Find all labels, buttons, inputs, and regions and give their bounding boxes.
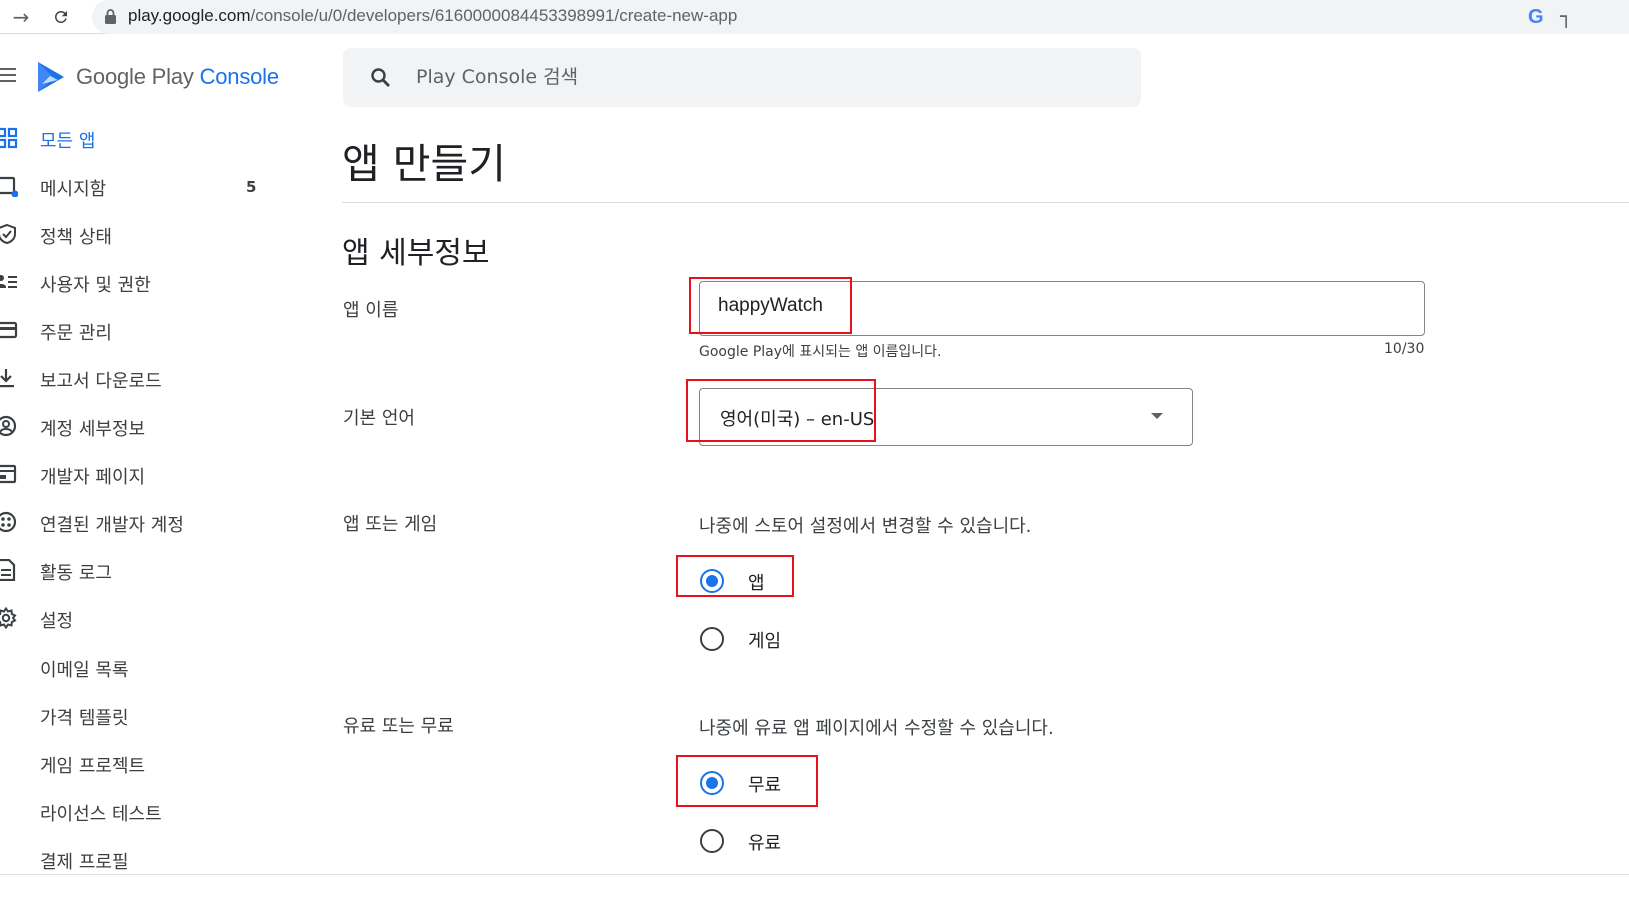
dropdown-arrow-icon[interactable]: [1151, 413, 1163, 419]
linked-accounts-icon: [0, 511, 17, 533]
sidebar-item-game-projects[interactable]: 게임 프로젝트: [0, 739, 290, 787]
radio-game-label[interactable]: 게임: [748, 627, 781, 653]
sidebar-item-label: 사용자 및 권한: [40, 275, 151, 296]
sidebar-item-settings[interactable]: 설정: [0, 594, 290, 642]
lock-icon: [105, 9, 116, 24]
grid-icon: [0, 127, 18, 149]
document-icon: [0, 559, 16, 581]
google-play-logo-icon: [38, 62, 64, 92]
search-input[interactable]: [416, 66, 1116, 88]
inbox-count-badge: 5: [246, 178, 257, 196]
reload-icon[interactable]: [48, 4, 74, 30]
inbox-icon: [0, 176, 18, 197]
users-list-icon: [0, 275, 17, 288]
search-icon[interactable]: [369, 66, 393, 90]
radio-paid-label[interactable]: 유료: [748, 829, 781, 855]
sidebar-item-label: 개발자 페이지: [40, 467, 146, 488]
url-path: /console/u/0/developers/6160000084453398…: [250, 6, 738, 25]
sidebar-item-order-management[interactable]: 주문 관리: [0, 306, 290, 354]
divider: [0, 874, 1629, 875]
app-or-game-note: 나중에 스토어 설정에서 변경할 수 있습니다.: [699, 516, 1032, 537]
sidebar-item-label: 라이선스 테스트: [40, 804, 162, 825]
shield-check-icon: [0, 223, 16, 245]
google-account-icon[interactable]: G: [1528, 6, 1544, 29]
radio-game[interactable]: [700, 627, 724, 651]
sidebar-item-email-lists[interactable]: 이메일 목록: [0, 643, 290, 691]
app-name-char-counter: 10/30: [1384, 341, 1425, 357]
sidebar-item-label: 정책 상태: [40, 227, 112, 248]
sidebar-item-license-testing[interactable]: 라이선스 테스트: [0, 787, 290, 835]
section-title: 앱 세부정보: [342, 236, 490, 271]
developer-page-icon: [0, 464, 17, 484]
credit-card-icon: [0, 321, 18, 339]
sidebar-item-label: 설정: [40, 611, 74, 632]
sidebar-item-label: 이메일 목록: [40, 660, 129, 681]
sidebar-item-label: 모든 앱: [40, 131, 96, 152]
forward-arrow-icon[interactable]: →: [8, 4, 34, 30]
app-or-game-label: 앱 또는 게임: [343, 514, 438, 535]
brand-suffix: Console: [199, 64, 280, 89]
brand-prefix: Google Play: [76, 64, 200, 89]
page-title: 앱 만들기: [342, 140, 506, 188]
radio-paid[interactable]: [700, 829, 724, 853]
sidebar-item-policy-status[interactable]: 정책 상태: [0, 210, 290, 258]
url-host: play.google.com: [128, 6, 251, 25]
sidebar-item-payments-profile[interactable]: 결제 프로필: [0, 835, 290, 883]
app-name-helper-text: Google Play에 표시되는 앱 이름입니다.: [699, 344, 942, 360]
url-text[interactable]: play.google.com/console/u/0/developers/6…: [128, 6, 737, 26]
brand-title[interactable]: Google Play Console: [76, 64, 279, 90]
browser-toolbar: → play.google.com/console/u/0/developers…: [0, 0, 1629, 34]
menu-icon[interactable]: [0, 68, 16, 84]
sidebar-item-label: 게임 프로젝트: [40, 756, 146, 777]
sidebar-item-label: 메시지함: [40, 179, 107, 200]
sidebar-item-linked-developer-accounts[interactable]: 연결된 개발자 계정: [0, 498, 290, 546]
sidebar-item-label: 결제 프로필: [40, 852, 129, 873]
sidebar-item-developer-page[interactable]: 개발자 페이지: [0, 450, 290, 498]
gear-icon: [0, 607, 17, 629]
sidebar-item-label: 연결된 개발자 계정: [40, 515, 184, 536]
app-name-label: 앱 이름: [343, 300, 399, 321]
highlight-box: [686, 379, 876, 442]
highlight-box: [689, 277, 852, 334]
divider: [342, 202, 1629, 203]
download-icon: [0, 369, 14, 388]
sidebar-item-download-reports[interactable]: 보고서 다운로드: [0, 354, 290, 402]
sidebar-item-all-apps[interactable]: 모든 앱: [0, 114, 290, 162]
account-circle-icon: [0, 415, 17, 437]
sidebar-item-users-permissions[interactable]: 사용자 및 권한: [0, 258, 290, 306]
sidebar-item-label: 보고서 다운로드: [40, 371, 162, 392]
free-or-paid-note: 나중에 유료 앱 페이지에서 수정할 수 있습니다.: [699, 718, 1054, 739]
sidebar-item-label: 주문 관리: [40, 323, 112, 344]
highlight-box: [676, 755, 818, 807]
extension-icon[interactable]: ┐: [1560, 4, 1572, 28]
sidebar-item-account-details[interactable]: 계정 세부정보: [0, 402, 290, 450]
sidebar-item-label: 계정 세부정보: [40, 419, 146, 440]
sidebar-item-label: 활동 로그: [40, 563, 112, 584]
free-or-paid-label: 유료 또는 무료: [343, 716, 454, 737]
sidebar-item-label: 가격 템플릿: [40, 708, 129, 729]
default-language-label: 기본 언어: [343, 408, 415, 429]
highlight-box: [676, 555, 794, 597]
sidebar-item-activity-log[interactable]: 활동 로그: [0, 546, 290, 594]
sidebar-item-pricing-templates[interactable]: 가격 템플릿: [0, 691, 290, 739]
sidebar-item-inbox[interactable]: 메시지함 5: [0, 162, 290, 210]
